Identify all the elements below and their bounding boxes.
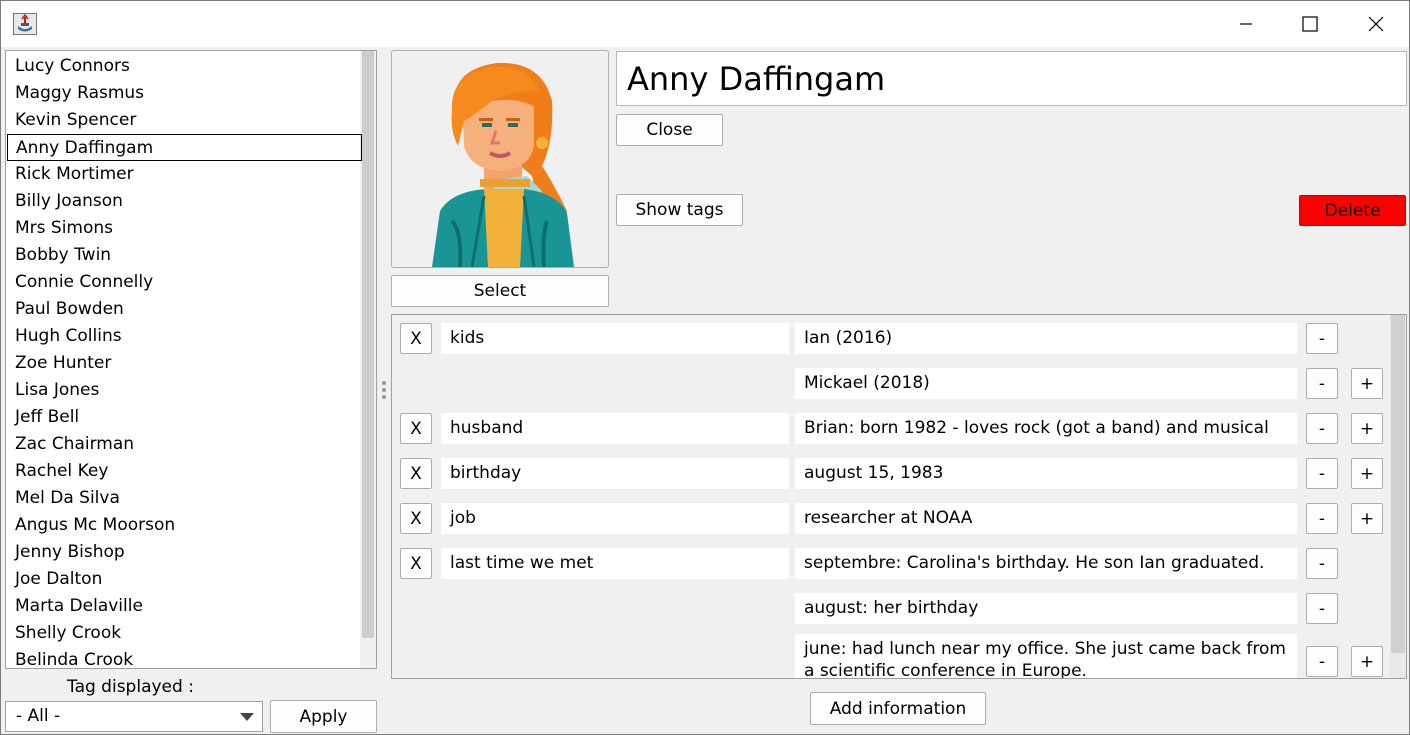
contact-list-item[interactable]: Joe Dalton bbox=[7, 566, 362, 593]
contact-list-item[interactable]: Lisa Jones bbox=[7, 377, 362, 404]
avatar bbox=[391, 50, 609, 268]
remove-value-button[interactable]: - bbox=[1306, 458, 1338, 489]
remove-tag-button[interactable]: X bbox=[400, 503, 432, 534]
app-window: Lucy Connors Maggy Rasmus Kevin Spencer Ann… bbox=[0, 0, 1410, 735]
contact-list-item[interactable]: Jeff Bell bbox=[7, 404, 362, 431]
splitter-handle[interactable] bbox=[382, 381, 386, 402]
contact-list-scrollbar[interactable] bbox=[360, 51, 376, 668]
tag-value-field[interactable]: august: her birthday bbox=[795, 593, 1297, 624]
delete-button[interactable]: Delete bbox=[1299, 195, 1406, 226]
information-panel[interactable]: Xkids Ian (2016) - Mickael (2018) - + Xhusband… bbox=[391, 314, 1407, 679]
info-panel-scrollbar[interactable] bbox=[1390, 315, 1406, 678]
add-value-button[interactable]: + bbox=[1351, 368, 1383, 399]
add-value-button[interactable]: + bbox=[1351, 458, 1383, 489]
remove-value-button[interactable]: - bbox=[1306, 503, 1338, 534]
contact-list-item[interactable]: Shelly Crook bbox=[7, 620, 362, 647]
contact-list-item[interactable]: Angus Mc Moorson bbox=[7, 512, 362, 539]
maximize-icon bbox=[1302, 16, 1318, 32]
tag-value-field[interactable]: august 15, 1983 bbox=[795, 458, 1297, 489]
title-bar bbox=[1, 1, 1409, 47]
contact-list-item[interactable]: Marta Delaville bbox=[7, 593, 362, 620]
contact-list-item[interactable]: Rick Mortimer bbox=[7, 161, 362, 188]
tag-value-field[interactable]: Ian (2016) bbox=[795, 323, 1297, 354]
close-icon bbox=[1368, 16, 1384, 32]
contact-list-item[interactable]: Lucy Connors bbox=[7, 53, 362, 80]
tag-value-field[interactable]: septembre: Carolina's birthday. He son I… bbox=[795, 548, 1297, 579]
add-value-button[interactable]: + bbox=[1351, 503, 1383, 534]
tag-value-field[interactable]: researcher at NOAA bbox=[795, 503, 1297, 534]
add-value-button[interactable]: + bbox=[1351, 646, 1383, 677]
contact-list-item[interactable]: Billy Joanson bbox=[7, 188, 362, 215]
scrollbar-thumb[interactable] bbox=[362, 51, 374, 638]
contact-list-item[interactable]: Paul Bowden bbox=[7, 296, 362, 323]
add-information-button[interactable]: Add information bbox=[810, 692, 986, 725]
remove-value-button[interactable]: - bbox=[1306, 548, 1338, 579]
tag-name-field[interactable]: husband bbox=[441, 413, 789, 444]
tag-name-field[interactable]: job bbox=[441, 503, 789, 534]
contact-list-item[interactable]: Bobby Twin bbox=[7, 242, 362, 269]
apply-button[interactable]: Apply bbox=[270, 700, 377, 733]
remove-value-button[interactable]: - bbox=[1306, 323, 1338, 354]
tag-filter-value: - All - bbox=[16, 706, 61, 726]
close-button[interactable]: Close bbox=[616, 114, 723, 146]
tag-name-field[interactable]: last time we met bbox=[441, 548, 789, 579]
show-tags-button[interactable]: Show tags bbox=[616, 194, 743, 226]
remove-value-button[interactable]: - bbox=[1306, 413, 1338, 444]
tag-value-field[interactable]: june: had lunch near my office. She just… bbox=[795, 634, 1297, 678]
remove-value-button[interactable]: - bbox=[1306, 646, 1338, 677]
tag-filter-select[interactable]: - All - bbox=[5, 701, 263, 732]
tag-value-field[interactable]: Brian: born 1982 - loves rock (got a ban… bbox=[795, 413, 1297, 444]
tag-displayed-label: Tag displayed : bbox=[67, 677, 194, 697]
contact-list-item[interactable]: Maggy Rasmus bbox=[7, 80, 362, 107]
contact-list-item[interactable]: Mel Da Silva bbox=[7, 485, 362, 512]
minimize-button[interactable] bbox=[1223, 1, 1269, 47]
minimize-icon bbox=[1240, 23, 1252, 25]
contact-list-item[interactable]: Belinda Crook bbox=[7, 647, 362, 668]
woman-avatar-icon bbox=[432, 62, 574, 267]
remove-tag-button[interactable]: X bbox=[400, 458, 432, 489]
contact-list-item[interactable]: Mrs Simons bbox=[7, 215, 362, 242]
close-window-button[interactable] bbox=[1353, 1, 1399, 47]
contact-list-item[interactable]: Connie Connelly bbox=[7, 269, 362, 296]
tag-name-field[interactable]: birthday bbox=[441, 458, 789, 489]
contact-list-item[interactable]: Zac Chairman bbox=[7, 431, 362, 458]
contact-list-item[interactable]: Rachel Key bbox=[7, 458, 362, 485]
add-value-button[interactable]: + bbox=[1351, 413, 1383, 444]
remove-tag-button[interactable]: X bbox=[400, 413, 432, 444]
select-avatar-button[interactable]: Select bbox=[391, 275, 609, 307]
contact-name-field[interactable]: Anny Daffingam bbox=[616, 51, 1407, 106]
chevron-down-icon bbox=[240, 713, 254, 721]
scrollbar-thumb[interactable] bbox=[1391, 315, 1405, 653]
remove-value-button[interactable]: - bbox=[1306, 368, 1338, 399]
contact-list-item[interactable]: Jenny Bishop bbox=[7, 539, 362, 566]
remove-value-button[interactable]: - bbox=[1306, 593, 1338, 624]
contact-list-item[interactable]: Zoe Hunter bbox=[7, 350, 362, 377]
java-app-icon bbox=[13, 13, 37, 35]
contact-list-item[interactable]: Kevin Spencer bbox=[7, 107, 362, 134]
remove-tag-button[interactable]: X bbox=[400, 323, 432, 354]
tag-name-field[interactable]: kids bbox=[441, 323, 789, 354]
tag-value-field[interactable]: Mickael (2018) bbox=[795, 368, 1297, 399]
contact-list-item[interactable]: Anny Daffingam bbox=[7, 134, 362, 161]
contact-list[interactable]: Lucy Connors Maggy Rasmus Kevin Spencer Ann… bbox=[5, 50, 377, 669]
remove-tag-button[interactable]: X bbox=[400, 548, 432, 579]
maximize-button[interactable] bbox=[1287, 1, 1333, 47]
contact-list-item[interactable]: Hugh Collins bbox=[7, 323, 362, 350]
